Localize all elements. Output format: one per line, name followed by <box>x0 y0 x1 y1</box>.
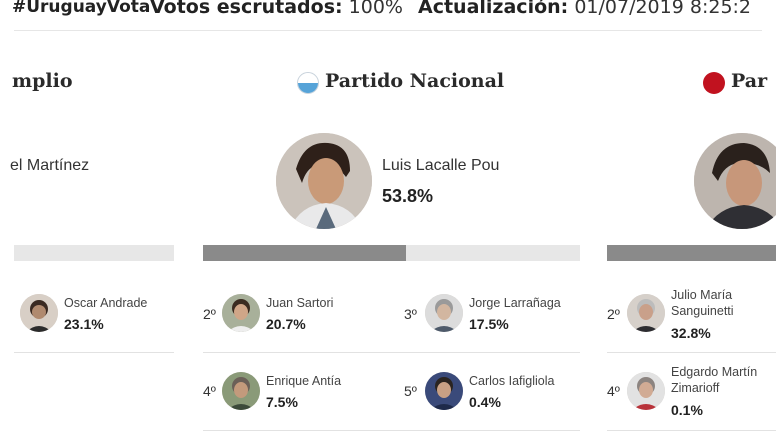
candidate-pct: 7.5% <box>266 394 298 410</box>
status-bar: #UruguayVota Votos escrutados: 100% Actu… <box>0 0 776 24</box>
party-title-right: Par <box>731 70 768 92</box>
candidate-name: Juan Sartori <box>266 296 334 310</box>
candidate-name: Jorge Larrañaga <box>469 296 561 310</box>
votes-label: Votos escrutados: <box>150 0 343 18</box>
votes-counted: Votos escrutados: 100% <box>150 0 403 18</box>
candidate-name: Enrique Antía <box>266 374 342 388</box>
avatar-oscar-andrade <box>20 294 58 332</box>
row-divider <box>14 352 174 353</box>
candidate-rank: 2º <box>607 306 620 322</box>
vote-bar-fill-nacional <box>203 245 406 261</box>
hashtag[interactable]: #UruguayVota <box>12 0 150 18</box>
party-flag-icon <box>703 72 725 94</box>
avatar-enrique-antia <box>222 372 260 410</box>
candidate-rank: 5º <box>404 383 417 399</box>
last-update: Actualización: 01/07/2019 8:25:2 <box>418 0 751 18</box>
candidate-name: Oscar Andrade <box>64 296 148 310</box>
party-title-nacional: Partido Nacional <box>325 70 505 92</box>
candidate-pct: 20.7% <box>266 316 306 332</box>
update-value: 01/07/2019 8:25:2 <box>574 0 752 18</box>
vote-bar-left <box>14 245 174 261</box>
vote-bar-fill-right <box>607 245 776 261</box>
party-flag-icon <box>297 72 319 94</box>
candidate-pct: 0.4% <box>469 394 501 410</box>
party-title-left: mplio <box>12 70 73 92</box>
update-label: Actualización: <box>418 0 569 18</box>
winner-name-left: el Martínez <box>10 157 90 174</box>
avatar-carlos-iafigliola <box>425 372 463 410</box>
row-divider <box>203 430 580 431</box>
header-divider <box>14 30 762 31</box>
vote-bar-right <box>607 245 776 261</box>
avatar-julio-maria-sanguinetti <box>627 294 665 332</box>
vote-bar-nacional <box>203 245 580 261</box>
candidate-name-line1: Edgardo Martín <box>671 365 758 379</box>
candidate-rank: 3º <box>404 306 417 322</box>
winner-pct-nacional: 53.8% <box>382 186 434 206</box>
candidate-rank: 4º <box>607 383 620 399</box>
candidate-rank: 4º <box>203 383 216 399</box>
candidate-pct: 17.5% <box>469 316 509 332</box>
votes-value: 100% <box>348 0 403 18</box>
row-divider <box>203 352 580 353</box>
row-divider <box>607 352 776 353</box>
candidate-name-line1: Julio María <box>671 288 733 302</box>
avatar-winner-right <box>694 133 776 229</box>
winner-name-nacional: Luis Lacalle Pou <box>382 157 500 174</box>
candidate-rank: 2º <box>203 306 216 322</box>
row-divider <box>607 430 776 431</box>
candidate-name: Carlos Iafigliola <box>469 374 555 388</box>
candidate-name-line2: Sanguinetti <box>671 304 734 318</box>
avatar-luis-lacalle-pou <box>276 133 372 229</box>
candidate-pct: 23.1% <box>64 316 104 332</box>
avatar-jorge-larranaga <box>425 294 463 332</box>
candidate-pct: 0.1% <box>671 402 703 418</box>
avatar-edgardo-martin-zimarioff <box>627 372 665 410</box>
candidate-name-line2: Zimarioff <box>671 381 720 395</box>
candidate-pct: 32.8% <box>671 325 711 341</box>
avatar-juan-sartori <box>222 294 260 332</box>
